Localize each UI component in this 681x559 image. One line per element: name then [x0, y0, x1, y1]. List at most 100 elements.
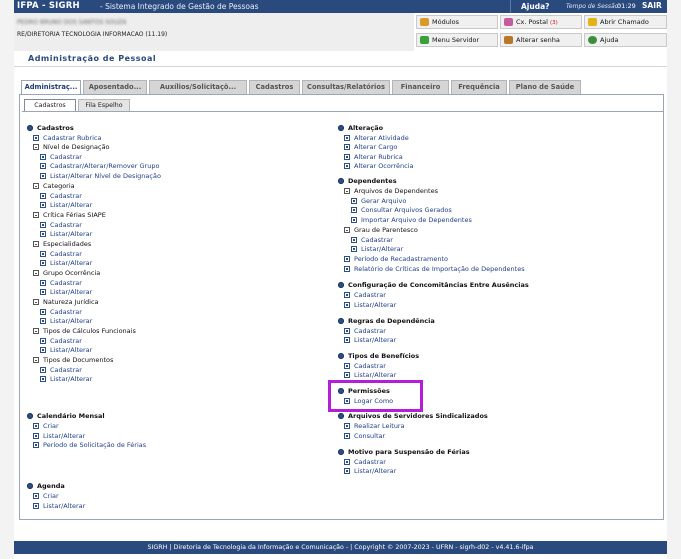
arrows-icon: [420, 36, 429, 44]
link-icon: [40, 163, 46, 169]
link-go-cadastrar[interactable]: Cadastrar: [40, 279, 82, 287]
link-rd-cadastrar[interactable]: Cadastrar: [344, 327, 386, 335]
caixa-postal-button[interactable]: Cx. Postal (3): [500, 15, 582, 29]
link-cat-listar[interactable]: Listar/Alterar: [40, 201, 92, 209]
link-cadastrar-rubrica[interactable]: Cadastrar Rubrica: [33, 134, 101, 142]
link-consultar-arquivos[interactable]: Consultar Arquivos Gerados: [351, 206, 452, 214]
link-icon: [40, 347, 46, 353]
tab-auxilios[interactable]: Auxílios/Solicitaçõ...: [149, 80, 247, 94]
link-ms-cadastrar[interactable]: Cadastrar: [344, 458, 386, 466]
group-tipos-calculos: Tipos de Cálculos Funcionais: [33, 327, 136, 335]
link-cat-cadastrar[interactable]: Cadastrar: [40, 192, 82, 200]
key-icon: [504, 36, 513, 44]
folder-icon: [27, 125, 33, 131]
link-gp-cadastrar[interactable]: Cadastrar: [351, 236, 393, 244]
link-icon: [40, 309, 46, 315]
link-icon: [344, 423, 350, 429]
link-icon: [33, 442, 39, 448]
link-cc-listar[interactable]: Listar/Alterar: [344, 301, 396, 309]
link-relatorio-criticas[interactable]: Relatório de Críticas de Importação de D…: [344, 265, 525, 273]
tab-cadastros[interactable]: Cadastros: [249, 80, 300, 94]
link-icon: [344, 292, 350, 298]
link-alt-atividade[interactable]: Alterar Atividade: [344, 134, 409, 142]
link-tc-listar[interactable]: Listar/Alterar: [40, 346, 92, 354]
link-ag-listar[interactable]: Listar/Alterar: [33, 502, 85, 510]
link-icon: [40, 338, 46, 344]
top-bar: IFPA - SIGRH - Sistema Integrado de Gest…: [14, 0, 667, 13]
link-cal-periodo[interactable]: Período de Solicitação de Férias: [33, 441, 146, 449]
tab-aposentadoria[interactable]: Aposentado...: [83, 80, 147, 94]
link-cc-cadastrar[interactable]: Cadastrar: [344, 291, 386, 299]
link-cf-cadastrar[interactable]: Cadastrar: [40, 221, 82, 229]
link-alt-rubrica[interactable]: Alterar Rubrica: [344, 153, 403, 161]
link-ms-listar[interactable]: Listar/Alterar: [344, 467, 396, 475]
help-link[interactable]: Ajuda?: [510, 0, 562, 13]
link-alt-ocorrencia[interactable]: Alterar Ocorrência: [344, 162, 413, 170]
ajuda-button[interactable]: Ajuda: [584, 33, 667, 47]
link-nd-cadastrar[interactable]: Cadastrar: [40, 153, 82, 161]
user-info: PEDRO BRUNO DOS SANTOS SOUZA RE/DIRETORI…: [14, 13, 414, 51]
tab-frequencia[interactable]: Frequência: [451, 80, 507, 94]
divider: [14, 66, 667, 67]
tab-administracao[interactable]: Administraç...: [21, 80, 81, 95]
folder-open-icon: [344, 188, 350, 194]
link-nj-cadastrar[interactable]: Cadastrar: [40, 308, 82, 316]
link-td-cadastrar[interactable]: Cadastrar: [40, 366, 82, 374]
link-rd-listar[interactable]: Listar/Alterar: [344, 336, 396, 344]
link-nj-listar[interactable]: Listar/Alterar: [40, 317, 92, 325]
tab-financeiro[interactable]: Financeiro: [392, 80, 449, 94]
link-td-listar[interactable]: Listar/Alterar: [40, 375, 92, 383]
link-cal-listar[interactable]: Listar/Alterar: [33, 432, 85, 440]
link-importar-arquivo[interactable]: Importar Arquivo de Dependentes: [351, 216, 472, 224]
link-nd-grupo[interactable]: Cadastrar/Alterar/Remover Grupo: [40, 162, 159, 170]
link-as-consultar[interactable]: Consultar: [344, 432, 385, 440]
link-icon: [351, 217, 357, 223]
link-tb-cadastrar[interactable]: Cadastrar: [344, 362, 386, 370]
menu-servidor-button[interactable]: Menu Servidor: [416, 33, 498, 47]
tab-consultas[interactable]: Consultas/Relatórios: [302, 80, 390, 94]
tab-panel: Cadastros Fila Espelho Cadastros Cadastr…: [19, 94, 664, 520]
link-esp-cadastrar[interactable]: Cadastrar: [40, 250, 82, 258]
mailbox-count: (3): [550, 20, 558, 26]
link-icon: [344, 154, 350, 160]
link-go-listar[interactable]: Listar/Alterar: [40, 288, 92, 296]
tab-plano-saude[interactable]: Plano de Saúde: [509, 80, 581, 94]
link-icon: [40, 260, 46, 266]
link-as-realizar[interactable]: Realizar Leitura: [344, 422, 405, 430]
link-icon: [40, 202, 46, 208]
folder-icon: [338, 318, 344, 324]
link-cal-criar[interactable]: Criar: [33, 422, 59, 430]
subtab-cadastros[interactable]: Cadastros: [24, 99, 76, 111]
folder-icon: [338, 282, 344, 288]
group-tipos-documentos: Tipos de Documentos: [33, 356, 113, 364]
link-nd-listar[interactable]: Listar/Alterar Nível de Designação: [40, 172, 161, 180]
group-dependentes: Dependentes: [338, 177, 397, 185]
link-icon: [344, 135, 350, 141]
link-icon: [40, 367, 46, 373]
link-alt-cargo[interactable]: Alterar Cargo: [344, 143, 397, 151]
link-gerar-arquivo[interactable]: Gerar Arquivo: [351, 197, 406, 205]
abrir-chamado-button[interactable]: Abrir Chamado: [584, 15, 667, 29]
folder-icon: [338, 413, 344, 419]
link-cf-listar[interactable]: Listar/Alterar: [40, 230, 92, 238]
folder-open-icon: [33, 357, 39, 363]
link-icon: [344, 372, 350, 378]
link-tb-listar[interactable]: Listar/Alterar: [344, 371, 396, 379]
link-gp-listar[interactable]: Listar/Alterar: [351, 245, 403, 253]
logout-button[interactable]: SAIR: [642, 1, 662, 10]
link-icon: [351, 198, 357, 204]
link-esp-listar[interactable]: Listar/Alterar: [40, 259, 92, 267]
group-config-concomitancias: Configuração de Concomitâncias Entre Aus…: [338, 281, 529, 289]
link-icon: [33, 135, 39, 141]
session-time: 01:29: [617, 2, 636, 10]
link-ag-criar[interactable]: Criar: [33, 492, 59, 500]
link-periodo-recadastramento[interactable]: Período de Recadastramento: [344, 255, 448, 263]
alterar-senha-button[interactable]: Alterar senha: [500, 33, 582, 47]
user-name: PEDRO BRUNO DOS SANTOS SOUZA: [17, 19, 127, 26]
modulos-button[interactable]: Módulos: [416, 15, 498, 29]
group-arquivos-sindicalizados: Arquivos de Servidores Sindicalizados: [338, 412, 488, 420]
folder-icon: [27, 483, 33, 489]
group-agenda: Agenda: [27, 482, 65, 490]
link-tc-cadastrar[interactable]: Cadastrar: [40, 337, 82, 345]
subtab-fila-espelho[interactable]: Fila Espelho: [78, 99, 130, 111]
